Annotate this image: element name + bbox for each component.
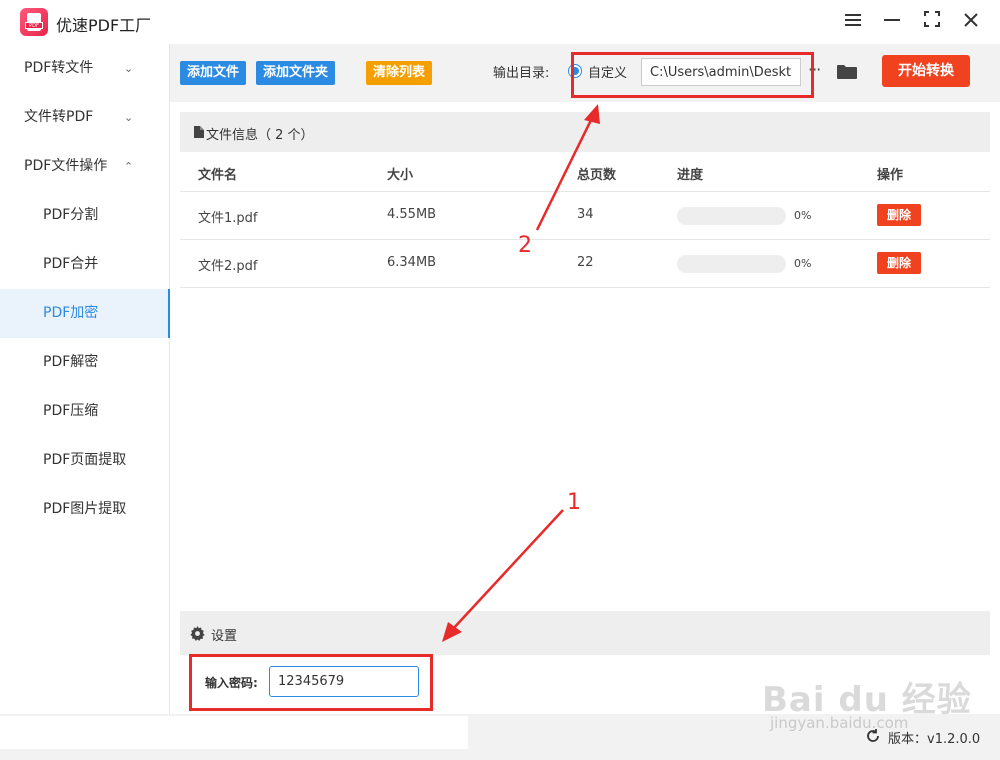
annotation-label-2: 2: [518, 233, 532, 258]
annotation-arrowhead-1: [442, 622, 462, 642]
watermark-url: jingyan.baidu.com: [770, 714, 909, 732]
annotation-arrows: [442, 104, 600, 642]
annotation-arrow-2: [535, 117, 594, 231]
annotation-label-1: 1: [567, 490, 581, 515]
status-left-area: [0, 716, 468, 749]
annotation-arrow-1: [451, 509, 564, 631]
annotation-arrowhead-2: [584, 104, 600, 124]
